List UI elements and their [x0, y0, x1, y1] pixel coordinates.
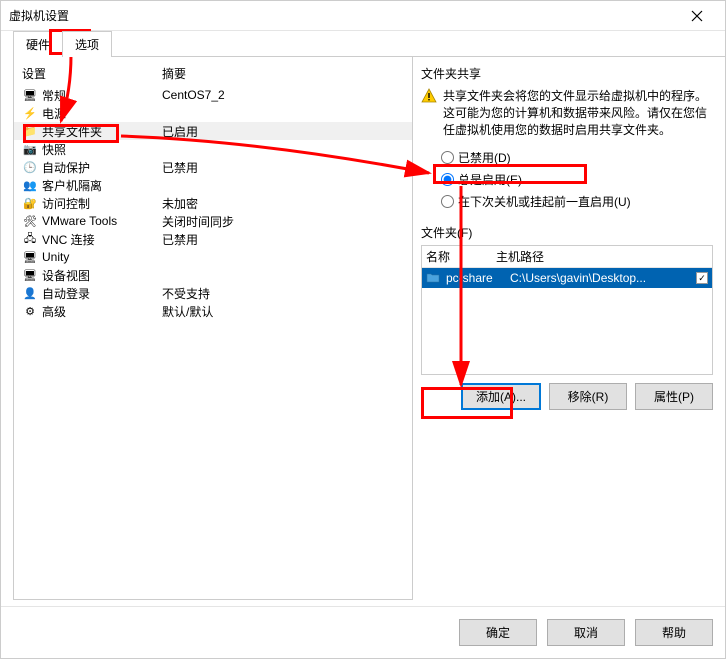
list-item[interactable]: ⚡电源 [14, 104, 412, 122]
folder-enabled-checkbox[interactable]: ✓ [692, 272, 712, 284]
item-label: 自动登录 [42, 285, 162, 302]
titlebar: 虚拟机设置 [1, 1, 725, 31]
list-item[interactable]: 🔐访问控制未加密 [14, 194, 412, 212]
warning-icon [421, 88, 437, 104]
folder-name: pc-share [446, 271, 510, 285]
radio-until-input[interactable] [441, 195, 454, 208]
ok-button[interactable]: 确定 [459, 619, 537, 646]
list-item[interactable]: 🖥 Unity [14, 248, 412, 266]
warning-text: 共享文件夹会将您的文件显示给虚拟机中的程序。这可能为您的计算机和数据带来风险。请… [443, 88, 713, 138]
item-icon: 🖥 [22, 249, 38, 265]
list-item[interactable]: 🕒自动保护已禁用 [14, 158, 412, 176]
item-label: VNC 连接 [42, 231, 162, 248]
item-label: 自动保护 [42, 159, 162, 176]
folder-row[interactable]: pc-shareC:\Users\gavin\Desktop...✓ [422, 268, 712, 288]
folders-listbox[interactable]: 名称 主机路径 pc-shareC:\Users\gavin\Desktop..… [421, 245, 713, 375]
dialog-footer: 确定 取消 帮助 [1, 606, 725, 658]
list-header: 设置 摘要 [14, 65, 412, 86]
col-setting-header: 设置 [22, 65, 162, 82]
window-title: 虚拟机设置 [9, 7, 677, 24]
radio-until-label: 在下次关机或挂起前一直启用(U) [458, 193, 631, 210]
radio-always-enabled[interactable]: 总是启用(E) [441, 168, 713, 190]
item-icon: 🖧 [22, 231, 38, 247]
list-item[interactable]: 📁共享文件夹已启用 [14, 122, 412, 140]
add-button[interactable]: 添加(A)... [461, 383, 541, 410]
tab-hardware[interactable]: 硬件 [13, 31, 63, 57]
list-item[interactable]: 🖥常规CentOS7_2 [14, 86, 412, 104]
list-item[interactable]: ⚙高级默认/默认 [14, 302, 412, 320]
item-icon: 👥 [22, 177, 38, 193]
item-icon: ⚡ [22, 105, 38, 121]
list-item[interactable]: 🖧VNC 连接已禁用 [14, 230, 412, 248]
folders-rows: pc-shareC:\Users\gavin\Desktop...✓ [422, 268, 712, 374]
list-item[interactable]: 🛠 VMware Tools关闭时间同步 [14, 212, 412, 230]
item-icon: 🖥 [22, 87, 38, 103]
list-item[interactable]: 👤自动登录不受支持 [14, 284, 412, 302]
folder-sharing-group: 文件夹共享 共享文件夹会将您的文件显示给虚拟机中的程序。这可能为您的计算机和数据… [421, 65, 713, 212]
item-label: 设备视图 [42, 267, 162, 284]
item-summary: 已禁用 [162, 159, 412, 176]
item-icon: 📷 [22, 141, 38, 157]
settings-list[interactable]: 🖥常规CentOS7_2⚡电源📁共享文件夹已启用📷快照🕒自动保护已禁用👥客户机隔… [14, 86, 412, 599]
tab-options[interactable]: 选项 [62, 31, 112, 57]
radio-always-label: 总是启用(E) [458, 171, 522, 188]
item-label: 快照 [42, 141, 162, 158]
folders-title: 文件夹(F) [421, 224, 713, 241]
content-area: 设置 摘要 🖥常规CentOS7_2⚡电源📁共享文件夹已启用📷快照🕒自动保护已禁… [1, 57, 725, 606]
details-panel: 文件夹共享 共享文件夹会将您的文件显示给虚拟机中的程序。这可能为您的计算机和数据… [419, 57, 717, 606]
item-summary: 不受支持 [162, 285, 412, 302]
item-label: 高级 [42, 303, 162, 320]
list-item[interactable]: 🖥设备视图 [14, 266, 412, 284]
radio-disabled-input[interactable] [441, 151, 454, 164]
item-label: 共享文件夹 [42, 123, 162, 140]
folder-icon [426, 270, 442, 286]
item-icon: 👤 [22, 285, 38, 301]
item-icon: 📁 [22, 123, 38, 139]
item-icon: 🔐 [22, 195, 38, 211]
col-summary-header: 摘要 [162, 65, 404, 82]
item-label: VMware Tools [42, 214, 162, 228]
item-label: 电源 [42, 105, 162, 122]
close-button[interactable] [677, 1, 717, 31]
item-summary: 已启用 [162, 123, 412, 140]
close-icon [691, 10, 703, 22]
remove-button[interactable]: 移除(R) [549, 383, 627, 410]
help-button[interactable]: 帮助 [635, 619, 713, 646]
folders-group: 文件夹(F) 名称 主机路径 pc-shareC:\Users\gavin\De… [421, 224, 713, 410]
sharing-radios: 已禁用(D) 总是启用(E) 在下次关机或挂起前一直启用(U) [421, 146, 713, 212]
radio-disabled[interactable]: 已禁用(D) [441, 146, 713, 168]
folder-path: C:\Users\gavin\Desktop... [510, 271, 692, 285]
item-label: Unity [42, 250, 162, 264]
item-summary: 默认/默认 [162, 303, 412, 320]
settings-list-panel: 设置 摘要 🖥常规CentOS7_2⚡电源📁共享文件夹已启用📷快照🕒自动保护已禁… [13, 56, 413, 600]
item-summary: 关闭时间同步 [162, 213, 412, 230]
radio-disabled-label: 已禁用(D) [458, 149, 511, 166]
folders-col-path[interactable]: 主机路径 [496, 248, 712, 265]
item-icon: ⚙ [22, 303, 38, 319]
item-label: 客户机隔离 [42, 177, 162, 194]
item-label: 访问控制 [42, 195, 162, 212]
item-summary: 未加密 [162, 195, 412, 212]
cancel-button[interactable]: 取消 [547, 619, 625, 646]
item-icon: 🖥 [22, 267, 38, 283]
radio-until-next[interactable]: 在下次关机或挂起前一直启用(U) [441, 190, 713, 212]
folders-col-name[interactable]: 名称 [426, 248, 496, 265]
item-label: 常规 [42, 87, 162, 104]
folders-buttons: 添加(A)... 移除(R) 属性(P) [421, 383, 713, 410]
folders-header: 名称 主机路径 [422, 246, 712, 268]
settings-window: 虚拟机设置 硬件 选项 设置 摘要 🖥常规CentOS7_2⚡电源📁共享文件夹已… [0, 0, 726, 659]
folder-sharing-title: 文件夹共享 [421, 65, 713, 82]
item-icon: 🛠 [22, 213, 38, 229]
tabs: 硬件 选项 [1, 31, 725, 57]
list-item[interactable]: 👥客户机隔离 [14, 176, 412, 194]
warning-box: 共享文件夹会将您的文件显示给虚拟机中的程序。这可能为您的计算机和数据带来风险。请… [421, 86, 713, 146]
item-icon: 🕒 [22, 159, 38, 175]
properties-button[interactable]: 属性(P) [635, 383, 713, 410]
item-summary: 已禁用 [162, 231, 412, 248]
radio-always-input[interactable] [441, 173, 454, 186]
item-summary: CentOS7_2 [162, 88, 412, 102]
list-item[interactable]: 📷快照 [14, 140, 412, 158]
